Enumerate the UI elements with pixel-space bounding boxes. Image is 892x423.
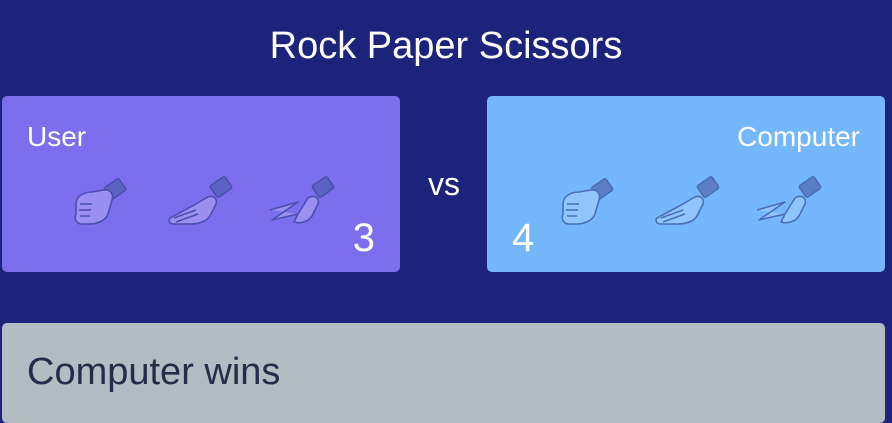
scissors-hand-icon — [269, 176, 335, 224]
user-name: User — [27, 121, 87, 152]
game-title: Rock Paper Scissors — [269, 25, 623, 67]
open-hand-icon — [655, 176, 720, 225]
computer-panel: Computer 4 — [487, 96, 885, 272]
computer-choices — [551, 174, 827, 230]
computer-name: Computer — [737, 121, 860, 152]
computer-rock — [551, 174, 623, 230]
result-text: Computer wins — [27, 351, 281, 393]
user-panel: User 3 — [2, 96, 400, 272]
fist-icon — [74, 178, 127, 225]
result-banner: Computer wins — [2, 323, 885, 423]
user-choices — [64, 174, 340, 230]
open-hand-icon — [168, 176, 233, 225]
user-scissors-button[interactable] — [268, 174, 340, 230]
scissors-hand-icon — [756, 176, 822, 224]
computer-scissors — [755, 174, 827, 230]
fist-icon — [561, 178, 614, 225]
computer-paper — [653, 174, 725, 230]
user-paper-button[interactable] — [166, 174, 238, 230]
user-score: 3 — [352, 216, 375, 260]
vs-label: vs — [428, 166, 460, 202]
user-rock-button[interactable] — [64, 174, 136, 230]
computer-score: 4 — [512, 216, 535, 260]
